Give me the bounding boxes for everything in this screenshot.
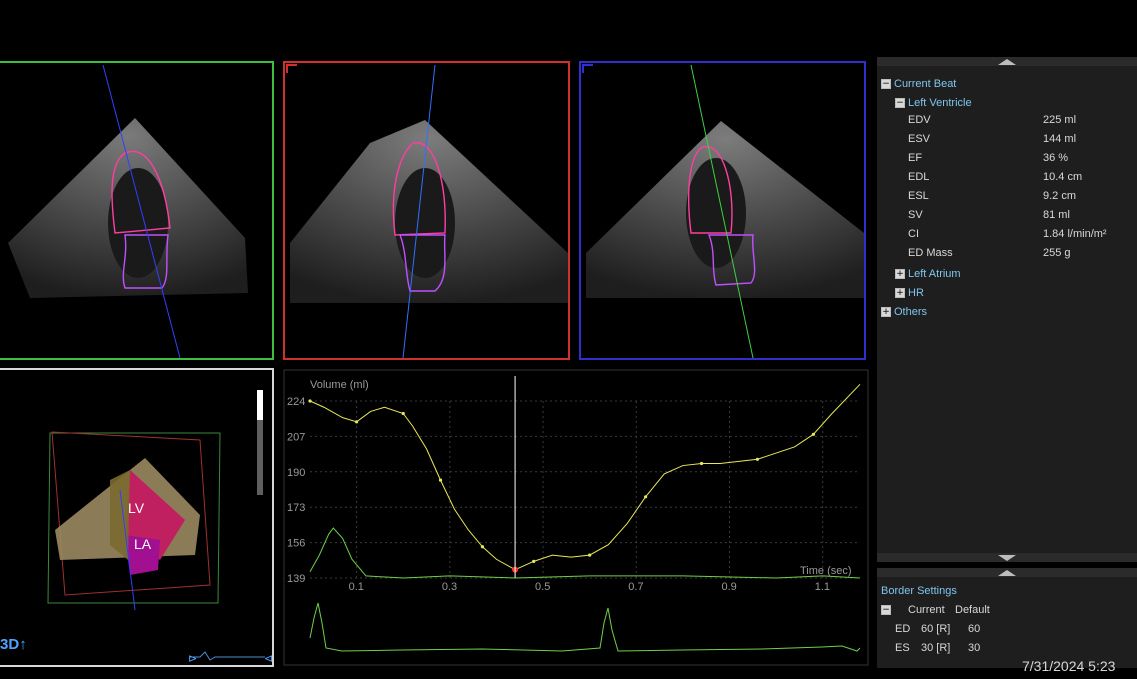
- volume-point: [532, 559, 536, 563]
- ecg-trace: [309, 602, 861, 652]
- tree-hr[interactable]: + HR: [895, 285, 924, 301]
- ed-current-value[interactable]: 60 [R]: [921, 623, 950, 635]
- y-tick-label: 156: [287, 538, 305, 550]
- 3d-view[interactable]: ⊳ ⊲ LV LA: [0, 368, 274, 667]
- hr-label: HR: [908, 287, 924, 299]
- volume-point: [401, 411, 405, 416]
- tree-left-atrium[interactable]: + Left Atrium: [895, 266, 961, 282]
- left-ventricle-label: Left Ventricle: [908, 97, 972, 109]
- measurement-value: 144 ml: [1043, 133, 1077, 145]
- others-label: Others: [894, 306, 928, 318]
- la-label: LA: [134, 536, 152, 552]
- chevron-up-icon: [998, 59, 1016, 65]
- measurement-value: 225 ml: [1043, 114, 1077, 126]
- echo-sector-3: [582, 64, 864, 358]
- measurement-label: EF: [908, 152, 923, 164]
- measurement-value: 10.4 cm: [1043, 171, 1083, 183]
- echo-view-2[interactable]: [283, 61, 570, 360]
- tree-others[interactable]: + Others: [881, 304, 927, 320]
- scroll-down-button[interactable]: [877, 553, 1137, 562]
- x-tick-label: 0.5: [535, 581, 550, 593]
- y-tick-label: 139: [287, 573, 305, 585]
- y-tick-label: 207: [287, 431, 305, 443]
- ed-label: ED: [895, 623, 911, 635]
- collapse-icon: −: [881, 79, 891, 90]
- echo-view-1[interactable]: [0, 61, 274, 360]
- es-current-value[interactable]: 30 [R]: [921, 642, 950, 654]
- measurement-value: 9.2 cm: [1043, 190, 1077, 202]
- volume-point: [643, 495, 648, 499]
- echo-sector-2: [286, 64, 568, 358]
- y-axis-label: Volume (ml): [310, 379, 369, 391]
- measurement-value: 1.84 l/min/m²: [1043, 228, 1107, 240]
- x-axis-label: Time (sec): [800, 565, 852, 577]
- volume-point: [308, 399, 312, 403]
- left-atrium-label: Left Atrium: [908, 268, 961, 280]
- arrow-up-icon: ↑: [19, 636, 27, 653]
- measurement-label: ESV: [908, 133, 931, 145]
- current-beat-label: Current Beat: [894, 78, 957, 90]
- secondary-curve: [309, 527, 861, 579]
- collapse-icon: −: [881, 605, 891, 616]
- tree-current-beat[interactable]: − Current Beat: [881, 76, 956, 92]
- echo-view-3[interactable]: [579, 61, 866, 360]
- expand-icon: +: [881, 307, 891, 318]
- chevron-down-icon: [998, 555, 1016, 561]
- measurement-value: 81 ml: [1043, 209, 1070, 221]
- es-label: ES: [895, 642, 910, 654]
- volume-point: [811, 432, 815, 436]
- x-tick-label: 0.3: [442, 581, 457, 593]
- measurement-label: ED Mass: [908, 247, 953, 259]
- volume-point: [355, 420, 359, 424]
- 3d-mode-text: 3D: [0, 636, 20, 653]
- lv-label: LV: [128, 500, 145, 516]
- measurement-label: EDL: [908, 171, 930, 183]
- border-settings-title: Border Settings: [881, 585, 957, 597]
- measurement-label: EDV: [908, 114, 931, 126]
- y-tick-label: 190: [287, 467, 305, 479]
- volume-point: [438, 478, 443, 482]
- volume-curve: [309, 383, 861, 571]
- tree-left-ventricle[interactable]: − Left Ventricle: [895, 95, 972, 111]
- ed-default-value: 60: [968, 623, 981, 635]
- date-time: 7/31/2024 5:23: [1022, 658, 1116, 674]
- volume-chart-panel[interactable]: 139 156 173 190 207 224 0.1 0.3 0.5 0.7 0.9 1.1 Vol…: [282, 368, 870, 667]
- es-default-value: 30: [968, 642, 981, 654]
- volume-point: [699, 461, 704, 466]
- x-tick-label: 0.1: [349, 581, 364, 593]
- x-tick-label: 0.9: [721, 581, 736, 593]
- measurement-value: 255 g: [1043, 247, 1071, 259]
- volume-point: [588, 553, 592, 557]
- col-default-header: Default: [955, 604, 990, 616]
- measurement-label: CI: [908, 228, 919, 240]
- measurement-value: 36 %: [1043, 152, 1069, 164]
- echo-sector-1: [8, 64, 248, 358]
- expand-icon: +: [895, 288, 905, 299]
- volume-point: [755, 457, 760, 461]
- 3d-mode-label[interactable]: 3D↑: [0, 636, 27, 653]
- collapse-icon: −: [895, 98, 905, 109]
- volume-chart: 139 156 173 190 207 224 0.1 0.3 0.5 0.7 0.9 1.1 Vol…: [283, 369, 869, 666]
- col-current-header: Current: [908, 604, 945, 616]
- border-settings-toggle[interactable]: −: [881, 604, 894, 616]
- scroll-up-button[interactable]: [877, 57, 1137, 66]
- expand-icon: +: [895, 269, 905, 280]
- chevron-up-icon: [998, 570, 1016, 576]
- y-tick-label: 173: [287, 502, 305, 514]
- x-tick-label: 1.1: [815, 581, 830, 593]
- x-tick-label: 0.7: [628, 581, 643, 593]
- svg-text:⊳: ⊳: [188, 653, 197, 665]
- svg-text:⊲: ⊲: [264, 653, 272, 665]
- measurement-label: ESL: [908, 190, 929, 202]
- y-tick-label: 224: [287, 396, 305, 408]
- border-scroll-up-button[interactable]: [877, 568, 1137, 577]
- volume-point: [480, 545, 485, 549]
- 3d-render: ⊳ ⊲: [47, 390, 272, 665]
- measurement-label: SV: [908, 209, 923, 221]
